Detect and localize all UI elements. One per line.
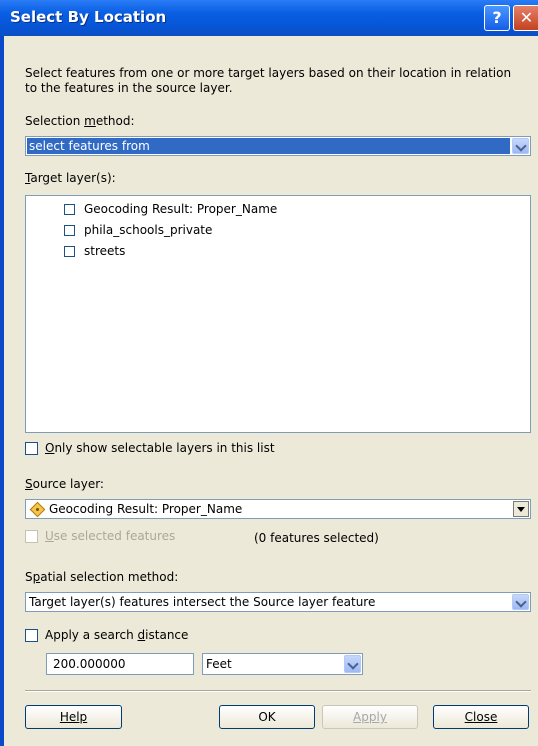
title-bar[interactable]: Select By Location ? ✕: [0, 0, 538, 36]
layer-checkbox[interactable]: [64, 204, 75, 215]
ok-button[interactable]: OK: [219, 705, 315, 729]
layer-checkbox[interactable]: [64, 246, 75, 257]
search-distance-value: 200.000000: [53, 657, 126, 671]
chevron-down-icon[interactable]: [512, 594, 529, 610]
ok-button-label: OK: [258, 710, 276, 724]
apply-button-label: Apply: [353, 710, 387, 724]
spatial-method-label: Spatial selection method:: [25, 570, 179, 584]
help-button-label: Help: [59, 710, 88, 724]
help-icon[interactable]: ?: [484, 5, 510, 31]
close-icon[interactable]: ✕: [513, 5, 538, 31]
spatial-method-select[interactable]: Target layer(s) features intersect the S…: [25, 592, 531, 612]
target-layers-list[interactable]: Geocoding Result: Proper_Name phila_scho…: [25, 195, 531, 433]
close-button-label: Close: [464, 710, 498, 724]
layer-checkbox[interactable]: [64, 225, 75, 236]
spatial-method-value: Target layer(s) features intersect the S…: [29, 595, 376, 609]
target-layers-label: Target layer(s):: [25, 171, 116, 185]
chevron-down-icon[interactable]: [512, 138, 529, 154]
selection-method-select[interactable]: select features from: [25, 136, 531, 156]
source-layer-value: Geocoding Result: Proper_Name: [49, 502, 243, 516]
source-layer-dropdown-button[interactable]: [513, 501, 529, 517]
distance-unit-value: Feet: [206, 657, 232, 671]
features-selected-text: (0 features selected): [254, 531, 379, 545]
help-button[interactable]: Help: [25, 705, 122, 729]
source-layer-label: Source layer:: [25, 477, 104, 491]
chevron-down-icon[interactable]: [344, 655, 361, 673]
search-distance-input[interactable]: 200.000000: [46, 653, 194, 675]
close-button[interactable]: Close: [433, 705, 529, 729]
apply-button[interactable]: Apply: [322, 705, 418, 729]
only-selectable-label[interactable]: Only show selectable layers in this list: [45, 441, 275, 455]
triangle-down-icon: [517, 507, 525, 512]
dialog-body: Select features from one or more target …: [4, 36, 538, 746]
only-selectable-checkbox[interactable]: [25, 442, 38, 455]
source-layer-select[interactable]: Geocoding Result: Proper_Name: [25, 499, 531, 519]
button-separator: [25, 690, 531, 692]
select-by-location-dialog: Select By Location ? ✕ Select features f…: [0, 0, 538, 746]
use-selected-label[interactable]: Use selected features: [45, 529, 175, 543]
description-text: Select features from one or more target …: [25, 66, 512, 95]
point-layer-icon: [29, 501, 46, 518]
search-distance-checkbox[interactable]: [25, 629, 38, 642]
selection-method-value: select features from: [29, 139, 150, 153]
layer-label: phila_schools_private: [84, 223, 213, 237]
search-distance-label[interactable]: Apply a search distance: [45, 628, 188, 642]
selection-method-label: Selection method:: [25, 114, 135, 128]
layer-label: Geocoding Result: Proper_Name: [84, 202, 278, 216]
use-selected-checkbox[interactable]: [25, 530, 38, 543]
distance-unit-select[interactable]: Feet: [202, 653, 363, 675]
layer-label: streets: [84, 244, 126, 258]
window-title: Select By Location: [10, 8, 167, 26]
